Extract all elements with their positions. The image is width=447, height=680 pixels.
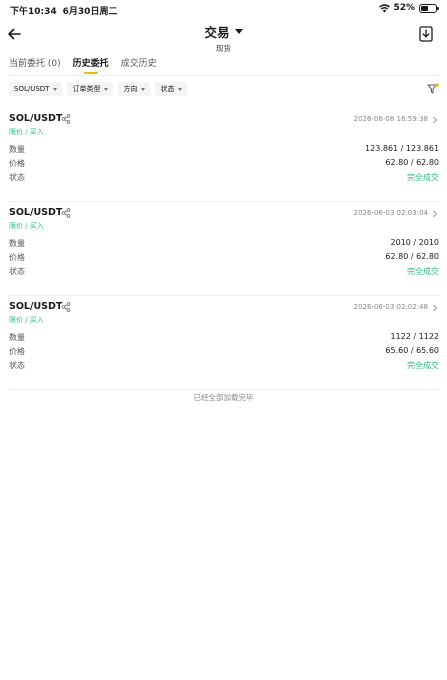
status-label: 状态	[9, 173, 25, 182]
filter-pair[interactable]: SOL/USDT	[9, 82, 63, 96]
price-value: 62.80 / 62.80	[385, 158, 439, 167]
battery-icon	[419, 3, 439, 13]
order-card[interactable]: SOL/USDT 限价 / 买入 2026-06-03 02:03:04 数量 2…	[9, 207, 439, 297]
filter-side-label: 方向	[123, 85, 138, 93]
order-price-row: 价格 62.80 / 62.80	[9, 252, 439, 264]
order-time: 2026-06-03 02:02:48	[353, 303, 428, 311]
order-time: 2026-06-08 16:59:38	[353, 115, 428, 123]
order-card[interactable]: SOL/USDT 限价 / 买入 2026-06-08 16:59:38 数量 1…	[9, 113, 439, 203]
order-pair: SOL/USDT	[9, 301, 63, 312]
status-value: 完全成交	[407, 361, 439, 370]
order-time: 2026-06-03 02:03:04	[353, 209, 428, 217]
filter-order-type[interactable]: 订单类型	[67, 82, 114, 96]
chevron-down-icon	[178, 87, 183, 91]
price-value: 62.80 / 62.80	[385, 252, 439, 261]
order-kind: 限价 / 买入	[9, 128, 44, 136]
page-subtitle: 现货	[216, 44, 231, 53]
order-card[interactable]: SOL/USDT 限价 / 买入 2026-06-03 02:02:48 数量 1…	[9, 301, 439, 391]
order-pair: SOL/USDT	[9, 207, 63, 218]
share-icon[interactable]	[61, 208, 71, 218]
price-label: 价格	[9, 253, 25, 262]
order-divider	[9, 389, 439, 390]
status-bar: 下午10:34 6月30日周二 52%	[0, 0, 447, 20]
order-kind: 限价 / 买入	[9, 222, 44, 230]
qty-label: 数量	[9, 145, 25, 154]
chevron-down-icon	[53, 87, 58, 91]
filter-side[interactable]: 方向	[118, 82, 151, 96]
clock: 下午10:34	[10, 7, 57, 17]
qty-value: 123.861 / 123.861	[365, 144, 439, 153]
order-pair: SOL/USDT	[9, 113, 63, 124]
status-label: 状态	[9, 267, 25, 276]
status-label: 状态	[9, 361, 25, 370]
qty-label: 数量	[9, 239, 25, 248]
chevron-right-icon	[433, 304, 438, 312]
tab-trade-history[interactable]: 成交历史	[121, 56, 157, 76]
order-qty-row: 数量 123.861 / 123.861	[9, 144, 439, 156]
order-divider	[9, 295, 439, 296]
qty-value: 1122 / 1122	[390, 332, 440, 341]
order-status-row: 状态 完全成交	[9, 360, 439, 372]
order-qty-row: 数量 1122 / 1122	[9, 332, 439, 344]
nav-header: 交易 现货	[0, 20, 447, 54]
chevron-down-icon	[104, 87, 109, 91]
order-kind: 限价 / 买入	[9, 316, 44, 324]
battery-percent: 52%	[393, 3, 415, 13]
filter-order-type-label: 订单类型	[72, 85, 101, 93]
order-qty-row: 数量 2010 / 2010	[9, 238, 439, 250]
filter-funnel-icon[interactable]	[427, 83, 439, 95]
status-value: 完全成交	[407, 173, 439, 182]
tab-order-history[interactable]: 历史委托	[73, 56, 109, 76]
order-divider	[9, 201, 439, 202]
chevron-right-icon	[433, 210, 438, 218]
status-left: 下午10:34 6月30日周二	[10, 4, 123, 17]
chevron-down-icon	[141, 87, 146, 91]
caret-down-icon	[234, 29, 243, 34]
qty-value: 2010 / 2010	[390, 238, 440, 247]
status-right: 52%	[379, 3, 439, 13]
page-title: 交易	[204, 25, 230, 40]
tab-current-orders[interactable]: 当前委托 (0)	[9, 56, 61, 76]
share-icon[interactable]	[61, 302, 71, 312]
chevron-right-icon	[433, 116, 438, 124]
filter-status[interactable]: 状态	[155, 82, 188, 96]
share-icon[interactable]	[61, 114, 71, 124]
filter-bar: SOL/USDT 订单类型 方向 状态	[9, 82, 192, 96]
order-price-row: 价格 65.60 / 65.60	[9, 346, 439, 358]
title-group: 交易 现货	[0, 22, 447, 54]
date: 6月30日周二	[62, 7, 118, 17]
tabs-divider	[9, 75, 439, 76]
wifi-icon	[379, 3, 391, 12]
filter-pair-label: SOL/USDT	[14, 85, 50, 93]
export-download-icon[interactable]	[419, 26, 433, 42]
end-of-list-note: 已经全部加载完毕	[193, 393, 254, 402]
order-status-row: 状态 完全成交	[9, 172, 439, 184]
price-label: 价格	[9, 159, 25, 168]
qty-label: 数量	[9, 333, 25, 342]
battery-fill	[421, 5, 429, 11]
order-price-row: 价格 62.80 / 62.80	[9, 158, 439, 170]
price-value: 65.60 / 65.60	[385, 346, 439, 355]
order-tabs: 当前委托 (0) 历史委托 成交历史	[9, 56, 169, 76]
order-status-row: 状态 完全成交	[9, 266, 439, 278]
status-value: 完全成交	[407, 267, 439, 276]
price-label: 价格	[9, 347, 25, 356]
filter-status-label: 状态	[160, 85, 175, 93]
market-switcher[interactable]: 交易	[204, 22, 243, 41]
